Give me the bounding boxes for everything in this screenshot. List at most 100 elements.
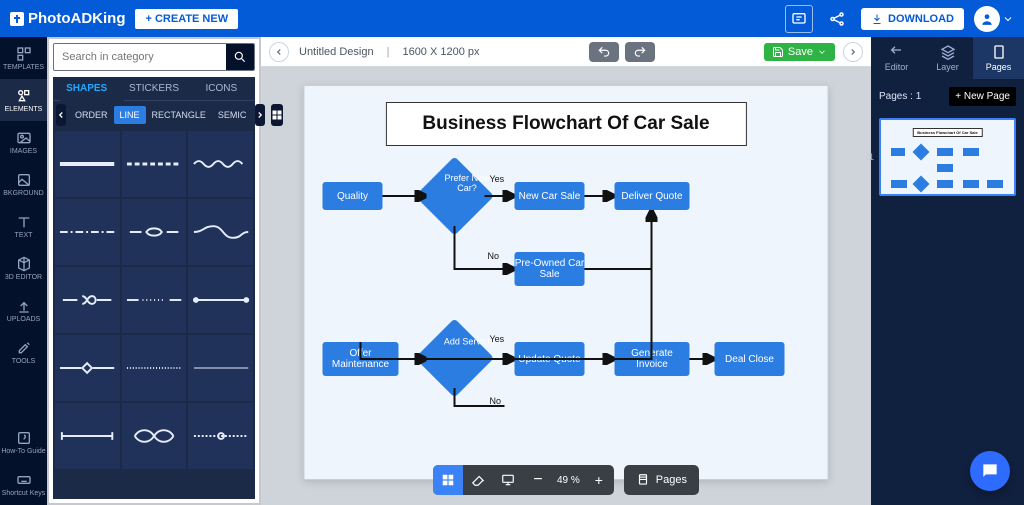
chevron-right-icon	[848, 47, 858, 57]
create-new-button[interactable]: + CREATE NEW	[135, 9, 238, 29]
line-dashed[interactable]	[122, 131, 187, 197]
line-thin[interactable]	[188, 335, 253, 401]
search-button[interactable]	[226, 44, 254, 70]
chat-icon	[980, 461, 1000, 481]
cat-line[interactable]: LINE	[114, 106, 146, 124]
doc-name[interactable]: Untitled Design	[299, 46, 374, 58]
flow-connectors	[305, 86, 830, 481]
redo-button[interactable]	[625, 42, 655, 62]
share-icon[interactable]	[823, 5, 851, 33]
save-icon	[772, 46, 784, 58]
chevron-left-icon	[274, 47, 284, 57]
pages-button[interactable]: Pages	[624, 465, 699, 495]
expand-right-button[interactable]	[843, 42, 863, 62]
chevron-left-icon	[56, 110, 66, 120]
grid-view-button[interactable]	[433, 465, 463, 495]
category-row: ORDER LINE RECTANGLE SEMIC	[53, 101, 255, 129]
upload-icon	[16, 298, 32, 314]
line-floral[interactable]	[122, 403, 187, 469]
templates-icon	[16, 46, 32, 62]
cat-semic[interactable]: SEMIC	[212, 106, 253, 124]
right-panel: Editor Layer Pages Pages : 1 + New Page …	[871, 37, 1024, 505]
save-button[interactable]: Save	[764, 43, 835, 61]
rail-templates[interactable]: TEMPLATES	[0, 37, 47, 79]
background-icon	[16, 172, 32, 188]
collapse-panel-button[interactable]	[269, 42, 289, 62]
line-ornate-1[interactable]	[122, 199, 187, 265]
rail-uploads[interactable]: UPLOADS	[0, 289, 47, 331]
line-diamond[interactable]	[55, 335, 120, 401]
canvas-stage[interactable]: Business Flowchart Of Car Sale Quality P…	[261, 67, 871, 505]
canvas-bottom-bar: − 49 % + Pages	[433, 465, 699, 495]
avatar[interactable]	[974, 6, 1000, 32]
line-wave[interactable]	[188, 131, 253, 197]
design-page[interactable]: Business Flowchart Of Car Sale Quality P…	[304, 85, 829, 480]
line-dots[interactable]	[122, 267, 187, 333]
view-controls: − 49 % +	[433, 465, 614, 495]
keyboard-icon	[16, 472, 32, 488]
rail-elements[interactable]: ELEMENTS	[0, 79, 47, 121]
tab-pages[interactable]: Pages	[973, 37, 1024, 79]
brand-mark-icon	[10, 12, 24, 26]
editor-icon	[889, 44, 905, 60]
rail-shortcuts[interactable]: Shortcut Keys	[0, 463, 47, 505]
pages-count: Pages : 1	[879, 91, 921, 102]
eraser-button[interactable]	[463, 465, 493, 495]
search-icon	[233, 50, 247, 64]
rail-text[interactable]: TEXT	[0, 205, 47, 247]
cat-rectangle[interactable]: RECTANGLE	[146, 106, 212, 124]
cat-order[interactable]: ORDER	[69, 106, 114, 124]
search-wrap	[53, 43, 255, 71]
cube-icon	[16, 256, 32, 272]
zoom-level: 49 %	[553, 475, 584, 486]
rail-background[interactable]: BKGROUND	[0, 163, 47, 205]
panel-tabs: SHAPES STICKERS ICONS	[53, 77, 255, 101]
new-page-button[interactable]: + New Page	[949, 87, 1016, 106]
download-icon	[871, 13, 883, 25]
undo-button[interactable]	[589, 42, 619, 62]
tools-icon	[16, 340, 32, 356]
rail-tools[interactable]: TOOLS	[0, 331, 47, 373]
tab-editor[interactable]: Editor	[871, 37, 922, 79]
line-double-end[interactable]	[188, 267, 253, 333]
tab-icons[interactable]: ICONS	[188, 77, 255, 100]
search-input[interactable]	[54, 44, 226, 70]
app-bar: PhotoADKing + CREATE NEW DOWNLOAD	[0, 0, 1024, 37]
elements-panel: SHAPES STICKERS ICONS ORDER LINE RECTANG…	[47, 37, 261, 505]
present-icon	[501, 473, 515, 487]
chevron-down-icon[interactable]	[1002, 13, 1014, 25]
text-icon	[16, 214, 32, 230]
line-dot-dash[interactable]	[55, 199, 120, 265]
rail-3d[interactable]: 3D EDITOR	[0, 247, 47, 289]
brand-logo[interactable]: PhotoADKing	[10, 10, 125, 27]
right-tabs: Editor Layer Pages	[871, 37, 1024, 79]
doc-dims: 1600 X 1200 px	[402, 46, 479, 58]
line-ornate-3[interactable]	[55, 267, 120, 333]
shape-grid	[53, 129, 255, 499]
rail-howto[interactable]: How-To Guide	[0, 421, 47, 463]
rail-images[interactable]: IMAGES	[0, 121, 47, 163]
tab-stickers[interactable]: STICKERS	[120, 77, 187, 100]
page-thumbnail-1[interactable]: Business Flowchart Of Car Sale	[879, 118, 1016, 196]
line-bar[interactable]	[55, 403, 120, 469]
cat-prev[interactable]	[56, 104, 66, 126]
tab-layer[interactable]: Layer	[922, 37, 973, 79]
feedback-icon[interactable]	[785, 5, 813, 33]
present-button[interactable]	[493, 465, 523, 495]
download-button[interactable]: DOWNLOAD	[861, 8, 964, 30]
redo-icon	[633, 45, 647, 59]
line-fade[interactable]	[122, 335, 187, 401]
grid-icon	[441, 473, 455, 487]
pages-icon	[636, 473, 650, 487]
line-solid[interactable]	[55, 131, 120, 197]
canvas-topbar: Untitled Design | 1600 X 1200 px Save	[261, 37, 871, 67]
user-icon	[980, 12, 994, 26]
chat-fab[interactable]	[970, 451, 1010, 491]
tab-shapes[interactable]: SHAPES	[53, 77, 120, 100]
zoom-out-button[interactable]: −	[523, 465, 553, 495]
elements-icon	[16, 88, 32, 104]
zoom-in-button[interactable]: +	[584, 465, 614, 495]
chevron-down-icon	[817, 47, 827, 57]
line-zigzag-dots[interactable]	[188, 403, 253, 469]
line-ornate-2[interactable]	[188, 199, 253, 265]
